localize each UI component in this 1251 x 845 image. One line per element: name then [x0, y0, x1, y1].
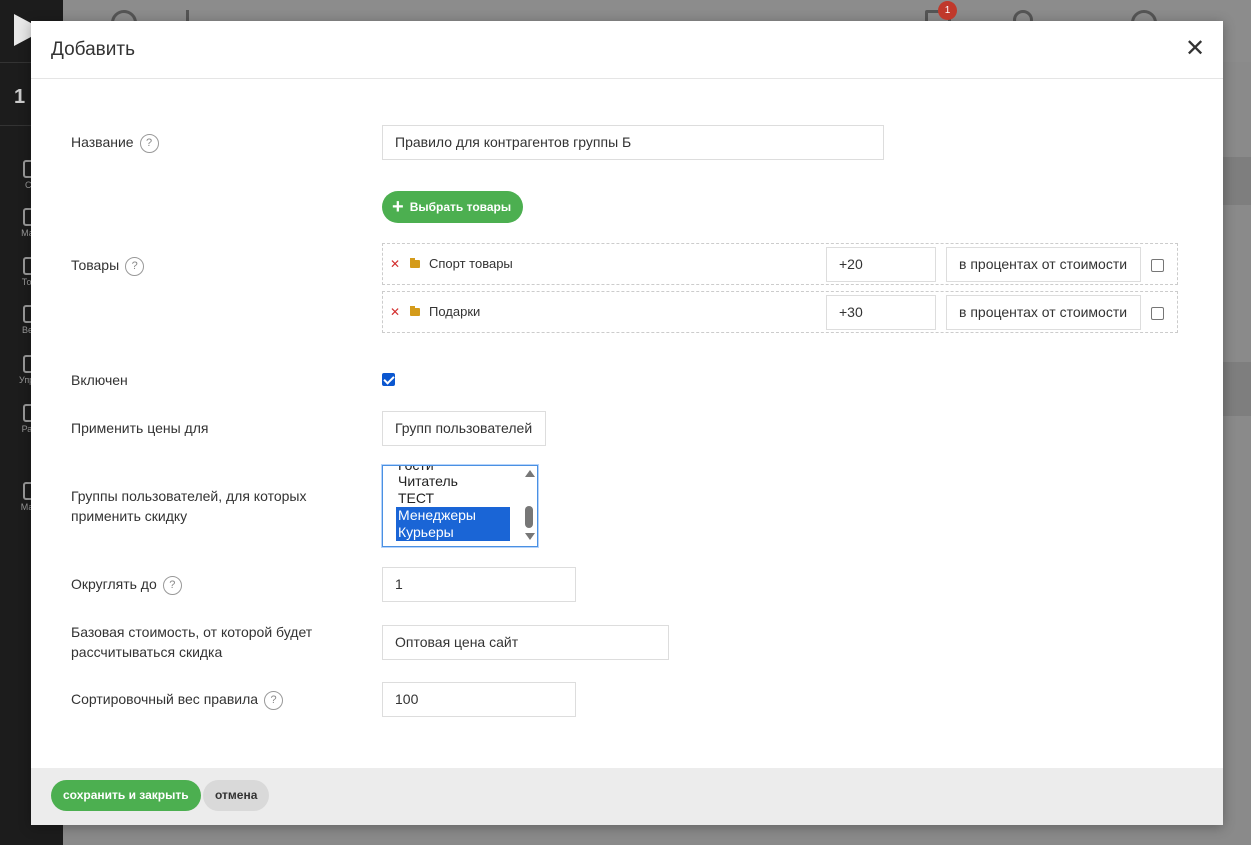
round-to-label-text: Округлять до	[71, 576, 157, 592]
listbox-option-selected[interactable]: Менеджеры	[396, 507, 510, 524]
dialog-header: Добавить ✕	[31, 21, 1223, 79]
dialog-footer: сохранить и закрыть отмена	[31, 768, 1223, 825]
help-icon[interactable]: ?	[264, 690, 284, 710]
user-groups-label: Группы пользователей, для которых примени…	[71, 486, 306, 526]
remove-icon[interactable]: ✕	[390, 305, 400, 319]
remove-icon[interactable]: ✕	[390, 257, 400, 271]
sort-weight-label: Сортировочный вес правила?	[71, 689, 284, 710]
folder-icon	[410, 306, 420, 316]
user-groups-label-line2: применить скидку	[71, 508, 188, 524]
plus-icon: +	[392, 196, 404, 218]
sidebar-number: 1	[14, 86, 26, 108]
folder-icon	[410, 258, 420, 268]
listbox-option[interactable]: Читатель	[396, 473, 510, 490]
product-type-select[interactable]: в процентах от стоимости	[946, 247, 1141, 282]
product-row: ✕ Подарки +30 в процентах от стоимости	[382, 291, 1178, 333]
sort-weight-input[interactable]: 100	[382, 682, 576, 717]
save-and-close-button[interactable]: сохранить и закрыть	[51, 780, 201, 811]
product-name: Спорт товары	[429, 256, 513, 271]
help-icon[interactable]: ?	[139, 133, 159, 153]
bg-table-row	[1223, 362, 1251, 416]
enabled-label: Включен	[71, 372, 128, 388]
help-icon[interactable]: ?	[125, 256, 145, 276]
base-price-label-line1: Базовая стоимость, от которой будет	[71, 624, 313, 640]
choose-products-button[interactable]: + Выбрать товары	[382, 191, 524, 223]
products-label-text: Товары	[71, 257, 120, 273]
user-groups-listbox[interactable]: Гости Читатель ТЕСТ Менеджеры Курьеры	[382, 465, 538, 547]
dialog-title: Добавить	[51, 39, 135, 60]
name-label-text: Название	[71, 134, 134, 150]
name-input[interactable]: Правило для контрагентов группы Б	[382, 125, 884, 160]
cancel-button[interactable]: отмена	[203, 780, 270, 811]
bg-table-row	[1223, 157, 1251, 205]
add-dialog: Добавить ✕ Название? Правило для контраг…	[31, 21, 1223, 825]
product-name: Подарки	[429, 304, 481, 319]
enabled-checkbox[interactable]	[382, 373, 395, 386]
help-icon[interactable]: ?	[162, 575, 182, 595]
round-to-input[interactable]: 1	[382, 567, 576, 602]
scroll-thumb[interactable]	[525, 506, 533, 528]
choose-products-label: Выбрать товары	[409, 200, 512, 214]
base-price-select[interactable]: Оптовая цена сайт	[382, 625, 669, 660]
listbox-option-selected[interactable]: Курьеры	[396, 524, 510, 541]
close-icon[interactable]: ✕	[1181, 35, 1209, 63]
product-row: ✕ Спорт товары +20 в процентах от стоимо…	[382, 243, 1178, 285]
products-label: Товары?	[71, 255, 145, 276]
base-price-label-line2: рассчитываться скидка	[71, 644, 223, 660]
base-price-label: Базовая стоимость, от которой будет рассч…	[71, 622, 312, 662]
product-value-input[interactable]: +20	[826, 247, 936, 282]
product-value-input[interactable]: +30	[826, 295, 936, 330]
product-checkbox[interactable]	[1151, 307, 1164, 320]
sort-weight-label-text: Сортировочный вес правила	[71, 691, 259, 707]
listbox-scrollbar[interactable]	[523, 468, 535, 544]
scroll-down-icon[interactable]	[525, 533, 535, 540]
product-checkbox[interactable]	[1151, 259, 1164, 272]
listbox-option[interactable]: ТЕСТ	[396, 490, 510, 507]
apply-prices-select[interactable]: Групп пользователей	[382, 411, 546, 446]
name-label: Название?	[71, 132, 159, 153]
scroll-up-icon[interactable]	[525, 470, 535, 477]
notification-badge: 1	[938, 1, 957, 20]
user-groups-label-line1: Группы пользователей, для которых	[71, 488, 307, 504]
round-to-label: Округлять до?	[71, 574, 182, 595]
apply-prices-label: Применить цены для	[71, 420, 209, 436]
product-type-select[interactable]: в процентах от стоимости	[946, 295, 1141, 330]
